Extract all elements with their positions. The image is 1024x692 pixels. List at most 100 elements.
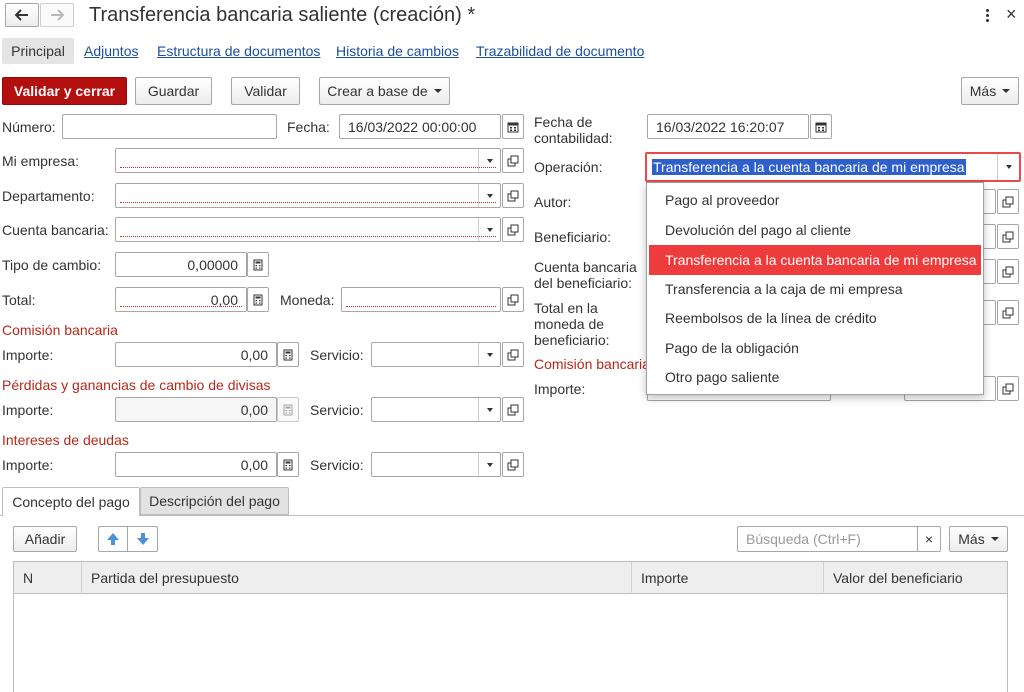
table-more-button[interactable]: Más (949, 526, 1008, 552)
dropdown-option[interactable]: Otro pago saliente (649, 362, 981, 392)
moneda-input[interactable] (341, 287, 501, 312)
comision-importe-input[interactable]: 0,00 (115, 342, 277, 367)
fecha-input[interactable]: 16/03/2022 00:00:00 (339, 114, 501, 139)
column-header-n[interactable]: N (14, 562, 82, 594)
page-title: Transferencia bancaria saliente (creació… (89, 4, 476, 26)
total-input[interactable]: 0,00 (115, 287, 247, 312)
dropdown-option-selected[interactable]: Transferencia a la cuenta bancaria de mi… (649, 245, 981, 275)
chevron-down-icon[interactable] (478, 398, 500, 421)
open-window-icon (507, 459, 519, 470)
dropdown-option[interactable]: Devolución del pago al cliente (649, 215, 981, 245)
tab-historia[interactable]: Historia de cambios (336, 40, 459, 62)
save-button[interactable]: Guardar (135, 77, 212, 105)
payment-concept-table: N Partida del presupuesto Importe Valor … (13, 561, 1008, 692)
column-header-partida[interactable]: Partida del presupuesto (82, 562, 632, 594)
tab-estructura[interactable]: Estructura de documentos (157, 40, 320, 62)
comision-right-title: Comisión bancaria (534, 356, 650, 372)
mi-empresa-label: Mi empresa: (2, 153, 80, 169)
arrow-left-icon (15, 9, 28, 21)
chevron-down-icon[interactable] (478, 453, 500, 476)
intereses-calc-button[interactable] (277, 452, 299, 477)
operacion-selected-value: Transferencia a la cuenta bancaria de mi… (652, 159, 966, 175)
chevron-down-icon[interactable] (478, 149, 500, 172)
validate-close-button[interactable]: Validar y cerrar (2, 77, 127, 105)
operacion-label: Operación: (534, 159, 603, 175)
add-button[interactable]: Añadir (13, 526, 77, 552)
perdidas-importe-label: Importe: (2, 402, 54, 418)
close-icon[interactable]: × (1006, 4, 1017, 24)
back-button[interactable] (5, 3, 39, 27)
calculator-icon (283, 404, 293, 415)
more-options-icon[interactable] (980, 6, 994, 24)
total-moneda-benef-open-button[interactable] (997, 300, 1019, 325)
tipo-cambio-label: Tipo de cambio: (2, 257, 102, 273)
beneficiario-open-button[interactable] (997, 224, 1019, 249)
mi-empresa-open-button[interactable] (502, 148, 524, 173)
departamento-input[interactable] (115, 183, 501, 208)
calendar-icon (815, 122, 827, 132)
intereses-importe-input[interactable]: 0,00 (115, 452, 277, 477)
autor-open-button[interactable] (997, 189, 1019, 214)
dropdown-option[interactable]: Reembolsos de la línea de crédito (649, 303, 981, 333)
chevron-down-icon (990, 537, 999, 541)
open-window-icon (1002, 383, 1014, 394)
total-calc-button[interactable] (247, 287, 269, 312)
fecha-calendar-button[interactable] (502, 114, 524, 139)
tipo-cambio-input[interactable]: 0,00000 (115, 252, 247, 277)
dropdown-option[interactable]: Pago al proveedor (649, 185, 981, 215)
tab-trazabilidad[interactable]: Trazabilidad de documento (476, 40, 644, 62)
tab-descripcion[interactable]: Descripción del pago (140, 487, 289, 515)
comision-servicio-input[interactable] (371, 342, 501, 367)
validate-button[interactable]: Validar (231, 77, 300, 105)
dropdown-option[interactable]: Transferencia a la caja de mi empresa (649, 274, 981, 304)
search-placeholder: Búsqueda (Ctrl+F) (746, 531, 861, 547)
comision-servicio-open-button[interactable] (502, 342, 524, 367)
operacion-select[interactable]: Transferencia a la cuenta bancaria de mi… (645, 152, 1021, 182)
intereses-section-title: Intereses de deudas (2, 432, 129, 448)
arrow-up-icon (107, 533, 119, 545)
search-input[interactable]: Búsqueda (Ctrl+F) (737, 526, 918, 552)
calculator-icon (283, 349, 293, 360)
cuenta-bancaria-input[interactable] (115, 217, 501, 242)
calculator-icon (253, 259, 263, 270)
more-button[interactable]: Más (961, 77, 1019, 105)
move-down-button[interactable] (128, 526, 158, 552)
dropdown-option[interactable]: Pago de la obligación (649, 333, 981, 363)
fecha-contab-calendar-button[interactable] (810, 114, 832, 139)
perdidas-servicio-input[interactable] (371, 397, 501, 422)
cuenta-benef-open-button[interactable] (997, 259, 1019, 284)
comision-section-title: Comisión bancaria (2, 322, 118, 338)
tab-concepto[interactable]: Concepto del pago (2, 487, 140, 516)
autor-label: Autor: (534, 194, 572, 210)
departamento-open-button[interactable] (502, 183, 524, 208)
intereses-servicio-input[interactable] (371, 452, 501, 477)
forward-button[interactable] (40, 3, 74, 27)
numero-input[interactable] (62, 114, 277, 139)
comision-right-open-button[interactable] (997, 376, 1019, 401)
comision-calc-button[interactable] (277, 342, 299, 367)
operacion-dropdown-list: Pago al proveedor Devolución del pago al… (646, 182, 984, 395)
intereses-servicio-open-button[interactable] (502, 452, 524, 477)
create-based-button[interactable]: Crear a base de (319, 77, 450, 105)
chevron-down-icon[interactable] (478, 184, 500, 207)
moneda-open-button[interactable] (502, 287, 524, 312)
chevron-down-icon[interactable] (997, 154, 1019, 180)
move-up-button[interactable] (98, 526, 128, 552)
cuenta-bancaria-open-button[interactable] (502, 217, 524, 242)
column-header-valor[interactable]: Valor del beneficiario (824, 562, 1007, 594)
tab-principal[interactable]: Principal (2, 38, 74, 64)
chevron-down-icon[interactable] (478, 343, 500, 366)
perdidas-importe-input[interactable]: 0,00 (115, 397, 277, 422)
tipo-cambio-calc-button[interactable] (247, 252, 269, 277)
fecha-contab-label: Fecha de contabilidad: (534, 114, 613, 146)
fecha-contab-input[interactable]: 16/03/2022 16:20:07 (647, 114, 809, 139)
perdidas-servicio-open-button[interactable] (502, 397, 524, 422)
beneficiario-label: Beneficiario: (534, 229, 612, 245)
numero-label: Número: (2, 119, 56, 135)
mi-empresa-input[interactable] (115, 148, 501, 173)
clear-search-button[interactable]: × (917, 526, 941, 552)
tab-adjuntos[interactable]: Adjuntos (84, 40, 138, 62)
chevron-down-icon[interactable] (478, 218, 500, 241)
arrow-down-icon (136, 533, 149, 545)
column-header-importe[interactable]: Importe (632, 562, 824, 594)
